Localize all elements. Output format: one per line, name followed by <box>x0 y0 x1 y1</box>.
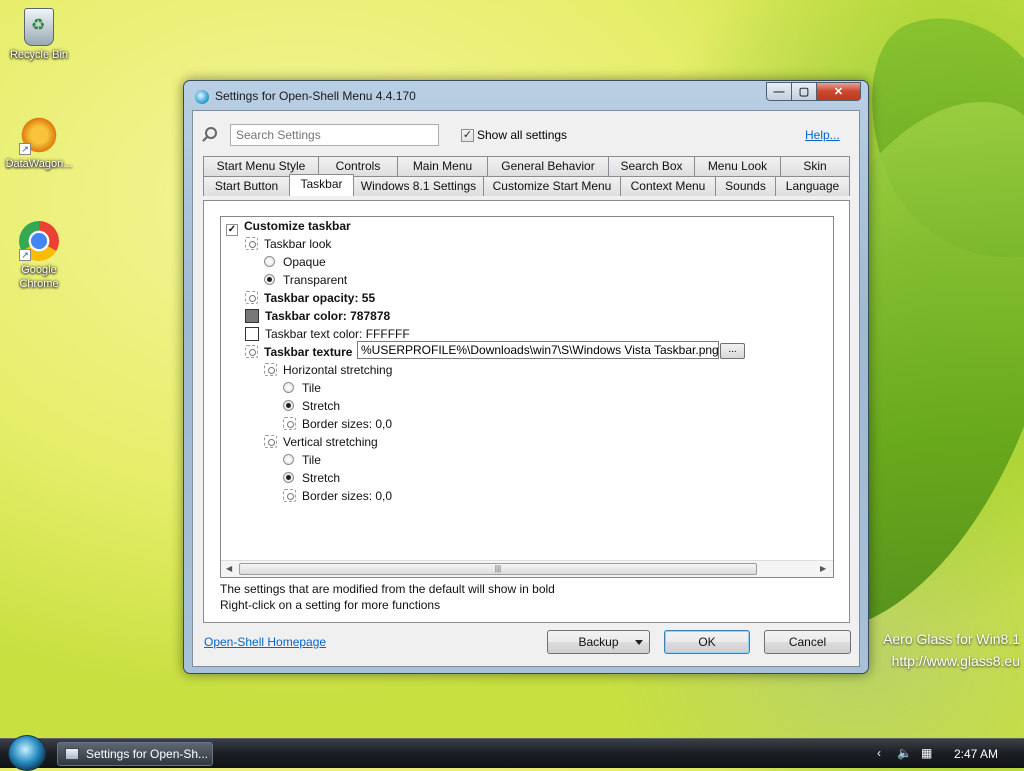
tab-menu-look[interactable]: Menu Look <box>694 156 781 176</box>
watermark-line2: http://www.glass8.eu <box>891 653 1020 669</box>
transparent-radio[interactable] <box>264 274 275 285</box>
recycle-bin-icon <box>24 8 54 46</box>
setting-gear-icon <box>245 345 258 358</box>
window-title: Settings for Open-Shell Menu 4.4.170 <box>215 89 416 103</box>
tree-item-v-stretch[interactable]: Stretch <box>283 469 340 487</box>
cancel-button[interactable]: Cancel <box>764 630 851 654</box>
tree-item-taskbar-opacity[interactable]: Taskbar opacity: 55 <box>245 289 375 307</box>
tree-item-v-border-sizes[interactable]: Border sizes: 0,0 <box>283 487 392 505</box>
show-all-checkbox[interactable]: ✓ <box>461 129 474 142</box>
help-link[interactable]: Help... <box>805 128 840 142</box>
tab-controls[interactable]: Controls <box>318 156 398 176</box>
scrollbar-thumb[interactable]: ||| <box>239 563 757 575</box>
window-client: ✓ Show all settings Help... Start Menu S… <box>192 110 860 667</box>
speaker-muted-icon[interactable]: 🔈 <box>897 746 912 760</box>
tree-item-horizontal-stretching[interactable]: Horizontal stretching <box>264 361 392 379</box>
desktop-icon-label: DataWagon... <box>5 158 73 170</box>
browse-button[interactable]: ... <box>720 343 745 359</box>
chevron-down-icon <box>635 640 643 645</box>
title-bar[interactable]: Settings for Open-Shell Menu 4.4.170 — ▢… <box>184 81 868 111</box>
tab-language[interactable]: Language <box>775 176 850 196</box>
v-stretch-radio[interactable] <box>283 472 294 483</box>
settings-tree[interactable]: ✓ Customize taskbar Taskbar look Opaque T… <box>220 216 834 578</box>
watermark-line1: Aero Glass for Win8.1 <box>883 631 1020 647</box>
taskbar: Settings for Open-Sh... ‹ 🔈 ▦ 2:47 AM <box>0 735 1024 771</box>
v-tile-radio[interactable] <box>283 454 294 465</box>
text-color-swatch <box>245 327 259 341</box>
backup-button[interactable]: Backup <box>547 630 650 654</box>
tree-item-taskbar-color[interactable]: Taskbar color: 787878 <box>245 307 390 325</box>
datawagon-icon: ↗ <box>19 115 59 155</box>
horizontal-scrollbar[interactable]: ◀ ||| ▶ <box>221 560 833 577</box>
network-icon[interactable]: ▦ <box>921 746 932 760</box>
minimize-button[interactable]: — <box>766 82 792 101</box>
setting-gear-icon <box>245 291 258 304</box>
desktop-icon-datawagon[interactable]: ↗ DataWagon... <box>1 115 77 171</box>
setting-gear-icon <box>264 363 277 376</box>
info-text-rightclick: Right-click on a setting for more functi… <box>220 598 441 612</box>
homepage-link[interactable]: Open-Shell Homepage <box>204 635 326 649</box>
info-text-bold: The settings that are modified from the … <box>220 582 555 596</box>
tab-context-menu[interactable]: Context Menu <box>620 176 716 196</box>
desktop-icon-label: Google Chrome <box>19 264 59 290</box>
tab-taskbar[interactable]: Taskbar <box>289 174 354 196</box>
texture-path-input[interactable]: %USERPROFILE%\Downloads\win7\S\Windows V… <box>357 341 719 359</box>
opaque-radio[interactable] <box>264 256 275 267</box>
tree-item-h-stretch[interactable]: Stretch <box>283 397 340 415</box>
desktop-icon-recycle-bin[interactable]: Recycle Bin <box>1 8 77 62</box>
taskbar-button-settings[interactable]: Settings for Open-Sh... <box>57 742 213 766</box>
tree-item-opaque[interactable]: Opaque <box>264 253 326 271</box>
tree-item-customize-taskbar[interactable]: ✓ Customize taskbar <box>226 217 351 236</box>
tab-general-behavior[interactable]: General Behavior <box>487 156 609 176</box>
search-input[interactable] <box>230 124 439 146</box>
tree-item-h-tile[interactable]: Tile <box>283 379 321 397</box>
tree-item-v-tile[interactable]: Tile <box>283 451 321 469</box>
setting-gear-icon <box>264 435 277 448</box>
scroll-left-icon[interactable]: ◀ <box>226 564 232 573</box>
settings-window: Settings for Open-Shell Menu 4.4.170 — ▢… <box>183 80 869 674</box>
ok-button[interactable]: OK <box>664 630 750 654</box>
tab-main-menu[interactable]: Main Menu <box>397 156 488 176</box>
search-icon <box>205 127 217 139</box>
tab-customize-start-menu[interactable]: Customize Start Menu <box>483 176 621 196</box>
tab-start-menu-style[interactable]: Start Menu Style <box>203 156 319 176</box>
tree-item-vertical-stretching[interactable]: Vertical stretching <box>264 433 378 451</box>
tree-item-h-border-sizes[interactable]: Border sizes: 0,0 <box>283 415 392 433</box>
setting-gear-icon <box>283 417 296 430</box>
taskbar-color-swatch <box>245 309 259 323</box>
start-button[interactable] <box>8 735 46 771</box>
desktop-icon-chrome[interactable]: ↗ Google Chrome <box>1 221 77 291</box>
window-icon <box>65 748 79 760</box>
desktop-icon-label: Recycle Bin <box>9 49 69 61</box>
tab-sounds[interactable]: Sounds <box>715 176 776 196</box>
clock[interactable]: 2:47 AM <box>954 747 998 761</box>
chrome-icon: ↗ <box>19 221 59 261</box>
show-all-label: Show all settings <box>477 128 568 142</box>
h-tile-radio[interactable] <box>283 382 294 393</box>
tree-item-taskbar-look[interactable]: Taskbar look <box>245 235 331 253</box>
tree-item-transparent[interactable]: Transparent <box>264 271 347 289</box>
tab-skin[interactable]: Skin <box>780 156 850 176</box>
scroll-right-icon[interactable]: ▶ <box>820 564 826 573</box>
tree-item-taskbar-texture[interactable]: Taskbar texture <box>245 343 352 361</box>
close-button[interactable]: ✕ <box>817 82 861 101</box>
maximize-button[interactable]: ▢ <box>792 82 817 101</box>
taskbar-tab-panel: ✓ Customize taskbar Taskbar look Opaque T… <box>203 200 850 623</box>
tab-search-box[interactable]: Search Box <box>608 156 695 176</box>
customize-taskbar-checkbox[interactable]: ✓ <box>226 224 238 236</box>
open-shell-icon <box>195 90 209 104</box>
tab-windows81-settings[interactable]: Windows 8.1 Settings <box>353 176 484 196</box>
tab-start-button[interactable]: Start Button <box>203 176 290 196</box>
setting-gear-icon <box>283 489 296 502</box>
setting-gear-icon <box>245 237 258 250</box>
h-stretch-radio[interactable] <box>283 400 294 411</box>
show-hidden-icons-chevron-icon[interactable]: ‹ <box>877 746 881 760</box>
